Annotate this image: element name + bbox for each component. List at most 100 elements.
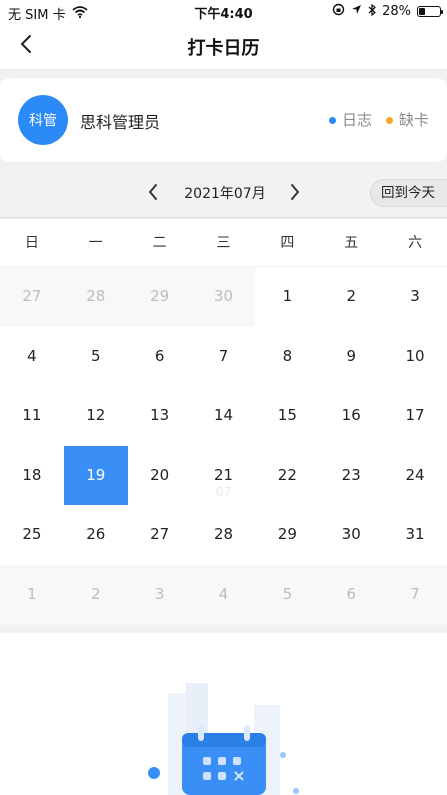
weekday-header: 日 一 二 三 四 五 六 (0, 219, 447, 267)
day-number: 6 (346, 584, 356, 603)
calendar-day[interactable]: 22 (255, 446, 319, 506)
calendar-day[interactable]: 6 (128, 327, 192, 387)
calendar-day[interactable]: 30 (191, 267, 256, 327)
calendar-day[interactable]: 1 (255, 267, 319, 327)
legend-label-log: 日志 (341, 111, 372, 129)
calendar-day[interactable]: 9 (319, 327, 383, 387)
calendar-day[interactable]: 18 (0, 446, 64, 506)
calendar-day[interactable]: 5 (255, 564, 320, 625)
calendar-day[interactable]: 3 (383, 267, 447, 327)
day-number: 28 (213, 525, 234, 544)
day-grid: 27 28 29 30 1 2 3 4 5 6 7 8 9 10 11 12 13 14 15 16 17 18 19 20 2… (0, 267, 447, 625)
calendar-day[interactable]: 31 (383, 505, 447, 565)
day-number: 3 (410, 287, 420, 305)
day-number: 28 (86, 287, 106, 305)
calendar-day[interactable]: 16 (319, 386, 383, 446)
calendar-day[interactable]: 1 (0, 564, 64, 625)
calendar-day[interactable]: 21 07 (192, 446, 256, 506)
battery-fill (419, 8, 425, 15)
page-title: 打卡日历 (187, 38, 260, 59)
chevron-right-icon (283, 184, 305, 207)
day-number: 30 (341, 525, 361, 544)
calendar-day[interactable]: 25 (0, 505, 64, 565)
day-number: 10 (405, 346, 425, 365)
day-number: 1 (27, 584, 37, 603)
day-number: 17 (405, 406, 425, 425)
day-number: 29 (277, 525, 297, 544)
user-name: 思科管理员 (80, 113, 161, 132)
day-number: 13 (150, 406, 170, 425)
weekday-label: 五 (344, 235, 359, 251)
calendar-day[interactable]: 27 (0, 267, 64, 327)
day-number: 22 (277, 465, 297, 484)
calendar-day[interactable]: 2 (319, 267, 383, 327)
legend-missing: 缺卡 (385, 109, 429, 130)
status-right: 28% (332, 3, 443, 20)
calendar-day[interactable]: 3 (127, 564, 192, 625)
calendar-day[interactable]: 4 (191, 564, 256, 625)
calendar-day[interactable]: 30 (319, 505, 383, 565)
calendar-day[interactable]: 15 (255, 386, 319, 446)
weekday-label: 日 (24, 235, 39, 251)
day-number: 20 (150, 465, 170, 484)
calendar-day[interactable]: 23 (319, 446, 383, 506)
calendar-day[interactable]: 7 (383, 564, 447, 625)
weekday-label: 四 (280, 235, 295, 251)
month-label: 2021年07月 (184, 186, 266, 202)
calendar-day[interactable]: 5 (64, 327, 128, 387)
weekday-label: 一 (88, 235, 103, 251)
calendar-day[interactable]: 6 (319, 564, 384, 625)
calendar-day-selected[interactable]: 19 (63, 445, 128, 506)
calendar-day[interactable]: 29 (127, 267, 192, 327)
day-sublabel: 07 (215, 484, 232, 499)
day-number: 5 (91, 346, 101, 365)
calendar-day[interactable]: 2 (63, 564, 128, 625)
day-number: 26 (86, 525, 106, 544)
prev-month-button[interactable] (143, 181, 165, 203)
day-number: 31 (405, 525, 425, 544)
day-number: 3 (154, 584, 165, 603)
calendar-day[interactable]: 24 (383, 446, 447, 506)
calendar-day[interactable]: 8 (255, 327, 319, 387)
calendar-day[interactable]: 20 (128, 446, 192, 506)
nav-bar: 打卡日历 (0, 22, 447, 70)
location-arrow-icon (351, 4, 362, 19)
calendar-day[interactable]: 4 (0, 327, 64, 387)
calendar-day[interactable]: 29 (255, 505, 319, 565)
calendar-day[interactable]: 12 (64, 386, 128, 446)
next-month-button[interactable] (283, 181, 305, 203)
calendar-day[interactable]: 11 (0, 386, 64, 446)
calendar-day[interactable]: 26 (64, 505, 128, 565)
day-number: 6 (154, 346, 165, 365)
legend-dot-missing (385, 117, 393, 124)
orientation-lock-icon (332, 3, 345, 20)
legend: 日志 缺卡 (328, 109, 429, 130)
day-number: 18 (22, 465, 42, 484)
calendar-day[interactable]: 14 (192, 386, 256, 446)
bluetooth-icon (368, 3, 377, 20)
empty-state (0, 633, 447, 795)
day-number: 19 (86, 465, 106, 484)
legend-log: 日志 (328, 109, 372, 130)
calendar-day[interactable]: 27 (128, 505, 192, 565)
calendar-day[interactable]: 10 (383, 327, 447, 387)
weekday-label: 六 (408, 235, 423, 251)
day-number: 15 (277, 406, 297, 425)
avatar: 科管 (18, 95, 68, 145)
calendar-day[interactable]: 28 (192, 505, 256, 565)
weekday-label: 三 (216, 235, 231, 251)
user-card: 科管 思科管理员 日志 缺卡 (0, 78, 447, 162)
battery-icon (417, 6, 443, 17)
calendar-day[interactable]: 7 (192, 327, 256, 387)
day-number: 4 (27, 346, 37, 365)
calendar-day[interactable]: 28 (63, 267, 128, 327)
day-number: 14 (213, 406, 234, 425)
day-number: 5 (282, 584, 293, 603)
back-to-today-button[interactable]: 回到今天 (370, 179, 447, 207)
calendar-day[interactable]: 13 (128, 386, 192, 446)
day-number: 8 (282, 346, 293, 365)
day-number: 2 (91, 584, 101, 603)
calendar-day[interactable]: 17 (383, 386, 447, 446)
calendar: 日 一 二 三 四 五 六 27 28 29 30 1 2 3 4 5 6 7 8 9 10 11 12 13 1… (0, 219, 447, 625)
day-number: 27 (22, 287, 42, 305)
